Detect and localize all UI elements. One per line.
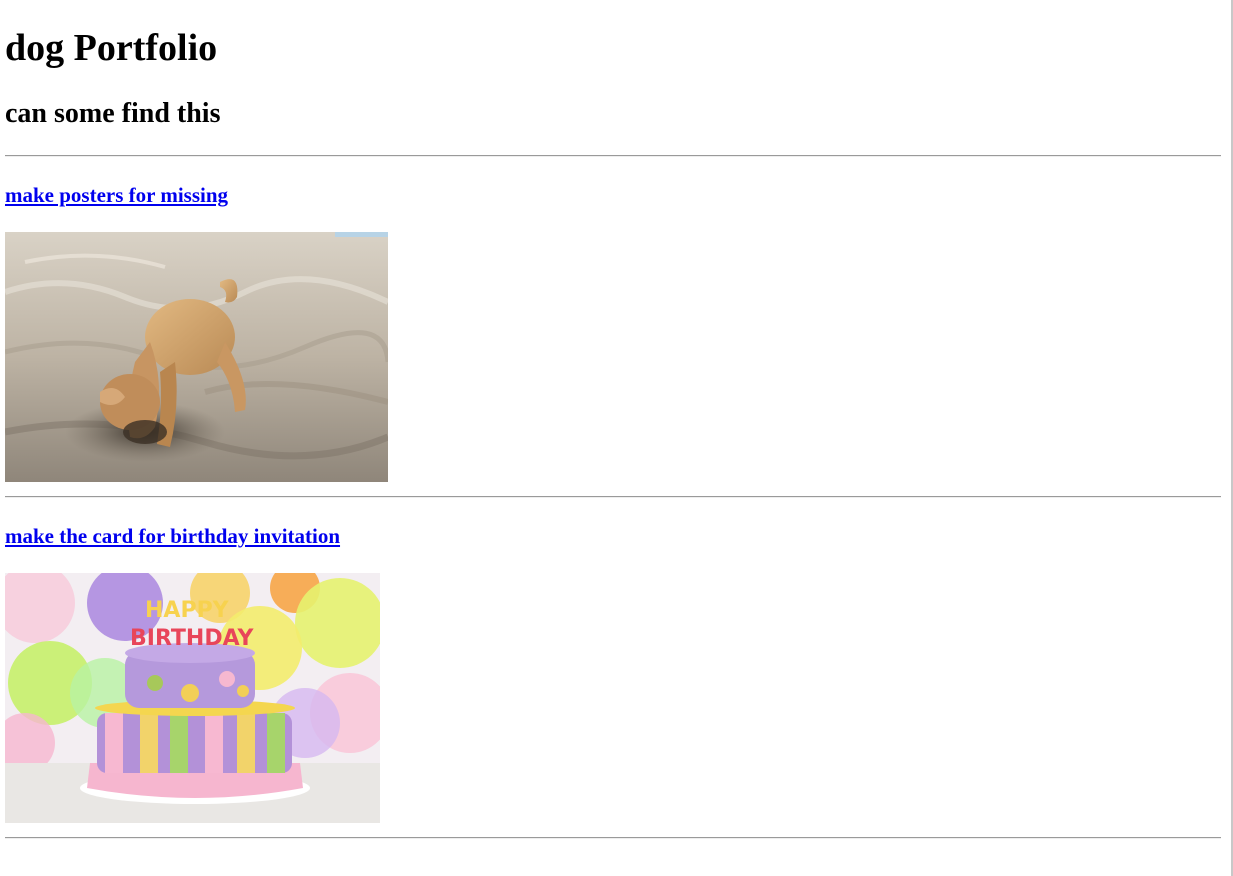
svg-text:BIRTHDAY: BIRTHDAY <box>130 626 255 651</box>
divider-middle <box>5 496 1221 498</box>
birthday-cake-photo: HAPPY BIRTHDAY <box>5 573 380 823</box>
birthday-cake-image: HAPPY BIRTHDAY <box>5 573 380 823</box>
page-subtitle: can some find this <box>5 98 221 129</box>
page-title: dog Portfolio <box>5 27 218 69</box>
divider-bottom <box>5 837 1221 839</box>
dog-digging-photo <box>5 232 388 482</box>
portfolio-link-birthday-card[interactable]: make the card for birthday invitation <box>5 524 340 548</box>
portfolio-link-missing-posters[interactable]: make posters for missing <box>5 183 228 207</box>
svg-text:HAPPY: HAPPY <box>145 598 230 623</box>
dog-digging-image <box>5 232 388 482</box>
divider-top <box>5 155 1221 157</box>
